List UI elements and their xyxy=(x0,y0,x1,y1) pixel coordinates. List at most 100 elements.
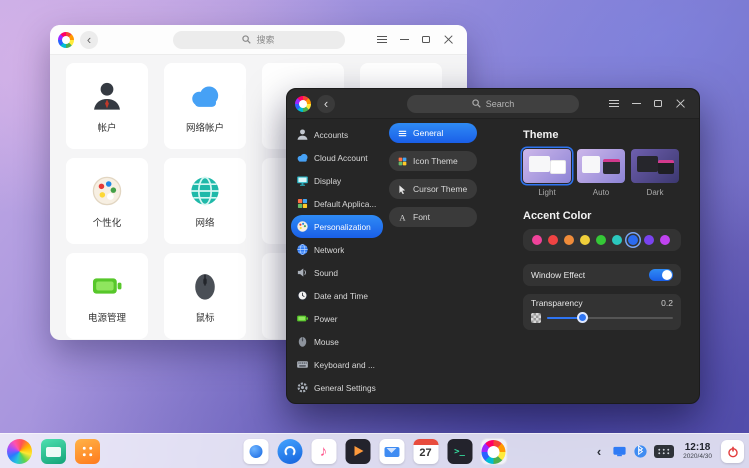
subnav-item-icon-theme[interactable]: Icon Theme xyxy=(389,151,477,171)
control-center-window-en[interactable]: ‹ Search Accounts Cloud Account xyxy=(286,88,700,404)
display-tray-icon[interactable] xyxy=(612,444,627,459)
transparency-value: 0.2 xyxy=(661,298,673,308)
sidebar-item-label: Display xyxy=(314,176,341,186)
sidebar-item-label: General Settings xyxy=(314,383,376,393)
maximize-button[interactable] xyxy=(415,29,437,51)
search-input[interactable]: 搜索 xyxy=(173,31,345,49)
sidebar-item-general-settings[interactable]: General Settings xyxy=(291,376,383,399)
tile-label: 电源管理 xyxy=(88,310,126,324)
theme-preview-dark xyxy=(631,149,679,183)
window-effect-toggle[interactable] xyxy=(649,269,673,281)
video-icon[interactable] xyxy=(344,438,371,465)
control-center-icon[interactable] xyxy=(480,438,507,465)
power-button[interactable] xyxy=(721,440,744,463)
accent-color-row xyxy=(523,229,681,251)
accent-color-swatch[interactable] xyxy=(644,235,654,245)
sidebar-item-display[interactable]: Display xyxy=(291,169,383,192)
battery-icon xyxy=(296,312,309,325)
power-icon xyxy=(726,445,740,459)
subnav-item-label: Icon Theme xyxy=(413,156,458,166)
tile-network[interactable]: 网络 xyxy=(164,158,246,244)
sidebar-item-accounts[interactable]: Accounts xyxy=(291,123,383,146)
tile-accounts[interactable]: 帐户 xyxy=(66,63,148,149)
minimize-button[interactable] xyxy=(393,29,415,51)
subnav-item-label: General xyxy=(413,128,443,138)
sidebar-item-keyboard[interactable]: Keyboard and ... xyxy=(291,353,383,376)
maximize-button[interactable] xyxy=(647,93,669,115)
sidebar-item-default-applications[interactable]: Default Applica... xyxy=(291,192,383,215)
sidebar-item-power[interactable]: Power xyxy=(291,307,383,330)
subnav-item-general[interactable]: General xyxy=(389,123,477,143)
speaker-icon xyxy=(296,266,309,279)
accent-color-swatch[interactable] xyxy=(564,235,574,245)
close-button[interactable] xyxy=(669,93,691,115)
search-placeholder: Search xyxy=(486,99,515,109)
tile-cloud-account[interactable]: 网络帐户 xyxy=(164,63,246,149)
dock: ♪ 27 >_ ‹ 12:18 2020/4/30 xyxy=(0,433,749,468)
theme-option-auto[interactable]: Auto xyxy=(577,149,625,197)
minimize-button[interactable] xyxy=(625,93,647,115)
app-market-icon[interactable] xyxy=(74,438,101,465)
music-icon[interactable]: ♪ xyxy=(310,438,337,465)
theme-option-light[interactable]: Light xyxy=(523,149,571,197)
titlebar[interactable]: ‹ Search xyxy=(287,89,699,119)
sidebar-item-mouse[interactable]: Mouse xyxy=(291,330,383,353)
accent-color-swatch[interactable] xyxy=(548,235,558,245)
clock-time: 12:18 xyxy=(683,442,712,453)
slider-handle[interactable] xyxy=(577,312,588,323)
globe-icon xyxy=(296,243,309,256)
tile-label: 网络帐户 xyxy=(186,120,224,134)
theme-options: Light Auto Dark xyxy=(523,149,681,197)
subnav-item-cursor-theme[interactable]: Cursor Theme xyxy=(389,179,477,199)
launcher-icon[interactable] xyxy=(6,438,33,465)
mail-icon[interactable] xyxy=(378,438,405,465)
sidebar-item-label: Sound xyxy=(314,268,338,278)
tile-label: 帐户 xyxy=(97,120,116,134)
window-effect-label: Window Effect xyxy=(531,270,585,280)
subnav-item-font[interactable]: A Font xyxy=(389,207,477,227)
sidebar-item-cloud-account[interactable]: Cloud Account xyxy=(291,146,383,169)
terminal-icon[interactable]: >_ xyxy=(446,438,473,465)
transparency-label: Transparency xyxy=(531,298,583,308)
theme-option-label: Auto xyxy=(577,188,625,197)
palette-icon xyxy=(296,220,309,233)
file-manager-icon[interactable] xyxy=(40,438,67,465)
sidebar-item-date-time[interactable]: Date and Time xyxy=(291,284,383,307)
sidebar-item-network[interactable]: Network xyxy=(291,238,383,261)
back-button[interactable]: ‹ xyxy=(317,95,335,113)
app-store-icon[interactable] xyxy=(276,438,303,465)
titlebar[interactable]: ‹ 搜索 xyxy=(50,25,467,55)
tile-mouse[interactable]: 鼠标 xyxy=(164,253,246,339)
accent-color-swatch-selected[interactable] xyxy=(628,235,638,245)
accent-color-swatch[interactable] xyxy=(660,235,670,245)
battery-icon xyxy=(90,269,124,303)
toggle-knob xyxy=(662,270,672,280)
maximize-icon xyxy=(422,36,430,44)
tray-expand-icon[interactable]: ‹ xyxy=(592,444,606,459)
back-button[interactable]: ‹ xyxy=(80,31,98,49)
menu-button[interactable] xyxy=(603,93,625,115)
tile-power[interactable]: 电源管理 xyxy=(66,253,148,339)
sidebar-item-sound[interactable]: Sound xyxy=(291,261,383,284)
keyboard-tray-icon[interactable] xyxy=(654,445,674,458)
theme-option-label: Dark xyxy=(631,188,679,197)
calendar-icon[interactable]: 27 xyxy=(412,438,439,465)
accent-color-swatch[interactable] xyxy=(532,235,542,245)
bluetooth-tray-icon[interactable] xyxy=(633,444,648,459)
accent-color-swatch[interactable] xyxy=(612,235,622,245)
browser-icon[interactable] xyxy=(242,438,269,465)
close-button[interactable] xyxy=(437,29,459,51)
theme-option-dark[interactable]: Dark xyxy=(631,149,679,197)
apps-grid-icon xyxy=(296,197,309,210)
accent-color-swatch[interactable] xyxy=(596,235,606,245)
menu-button[interactable] xyxy=(371,29,393,51)
clock[interactable]: 12:18 2020/4/30 xyxy=(680,442,715,460)
theme-preview-auto xyxy=(577,149,625,183)
transparency-slider[interactable] xyxy=(547,312,673,323)
accent-color-swatch[interactable] xyxy=(580,235,590,245)
user-icon xyxy=(296,128,309,141)
app-logo-icon xyxy=(58,32,74,48)
sidebar-item-personalization[interactable]: Personalization xyxy=(291,215,383,238)
search-input[interactable]: Search xyxy=(407,95,579,113)
tile-personalization[interactable]: 个性化 xyxy=(66,158,148,244)
